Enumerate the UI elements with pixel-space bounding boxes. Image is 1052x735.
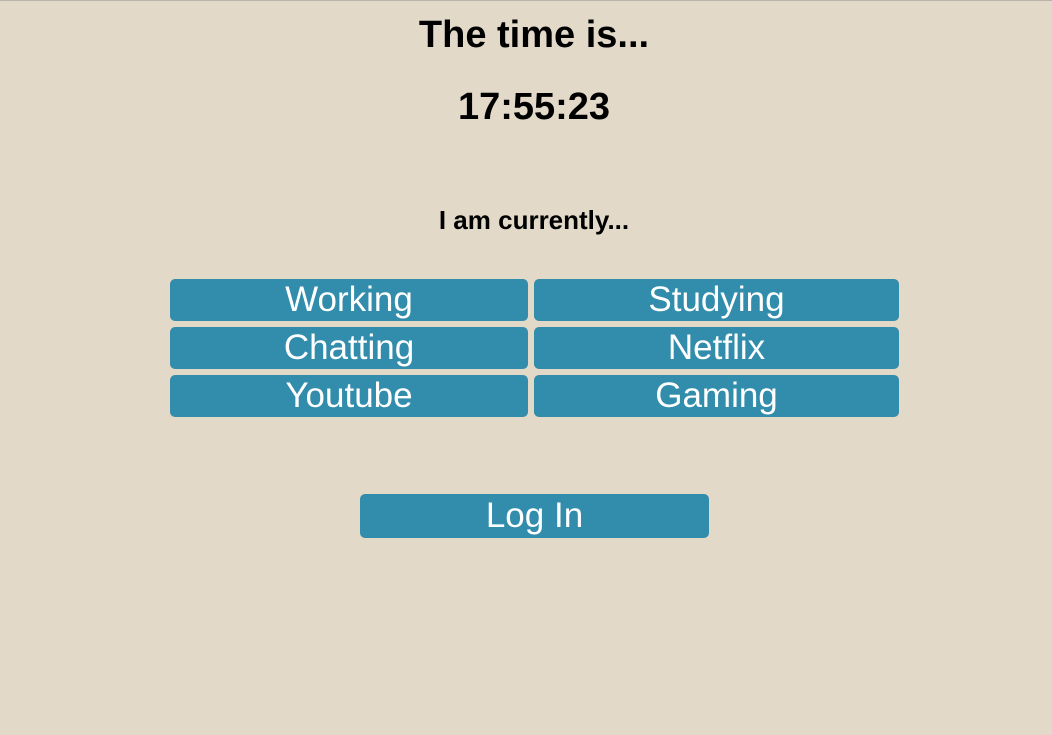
- netflix-button[interactable]: Netflix: [534, 327, 899, 369]
- youtube-button[interactable]: Youtube: [170, 375, 528, 417]
- gaming-button[interactable]: Gaming: [534, 375, 899, 417]
- status-prompt: I am currently...: [438, 205, 630, 235]
- activity-button-grid: Working Studying Chatting Netflix Youtub…: [170, 279, 899, 417]
- login-button[interactable]: Log In: [360, 494, 709, 538]
- chatting-button[interactable]: Chatting: [170, 327, 528, 369]
- clock-display: 17:55:23: [457, 86, 611, 128]
- working-button[interactable]: Working: [170, 279, 528, 321]
- page-title: The time is...: [418, 14, 650, 56]
- studying-button[interactable]: Studying: [534, 279, 899, 321]
